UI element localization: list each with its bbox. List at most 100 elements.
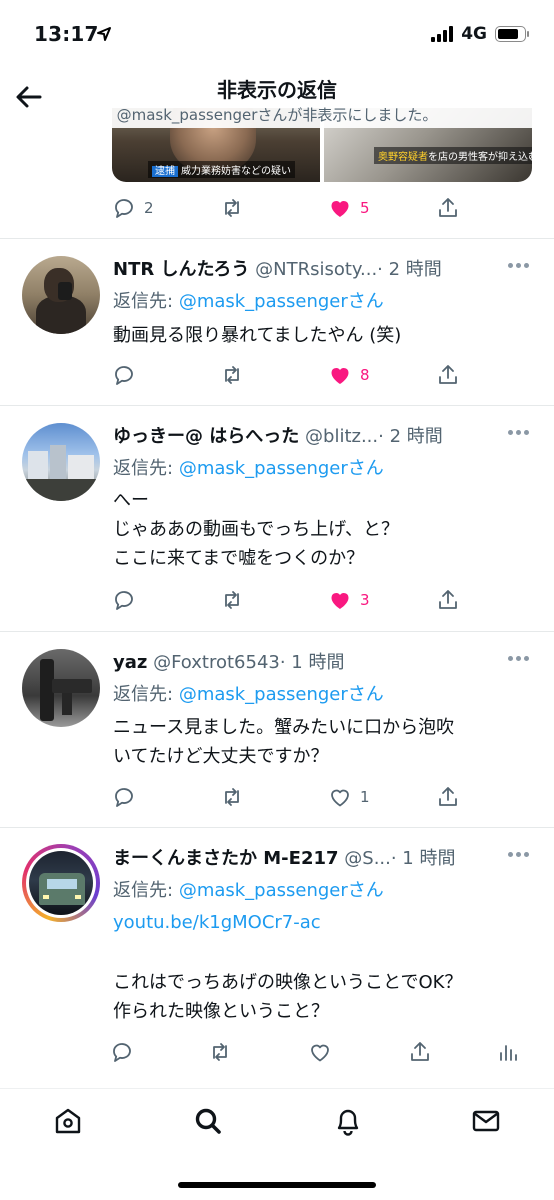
heart-outline-icon — [331, 789, 349, 807]
reply-count: 2 — [144, 199, 154, 217]
more-options-icon[interactable] — [508, 263, 530, 269]
page-title: 非表示の返信 — [217, 78, 337, 102]
media-caption-2: 奥野容疑者を店の男性客が抑え込む — [374, 147, 532, 164]
reply-tweet[interactable]: NTR しんたろう @NTRsisoty...· 2 時間 返信先: @mask… — [0, 239, 554, 406]
share-icon — [439, 198, 457, 217]
tweet-actions — [110, 1038, 530, 1066]
notifications-icon[interactable] — [332, 1105, 364, 1137]
tweet-header: yaz @Foxtrot6543· 1 時間 — [113, 648, 494, 674]
share-button[interactable] — [436, 783, 460, 811]
analytics-button[interactable] — [496, 1038, 520, 1066]
reply-to-line: 返信先: @mask_passengerさん — [113, 880, 384, 901]
home-indicator[interactable] — [178, 1182, 376, 1188]
reply-button[interactable] — [112, 586, 136, 614]
reply-mention-link[interactable]: @mask_passenger — [179, 880, 348, 901]
messages-icon[interactable] — [470, 1105, 502, 1137]
media-caption-1: 逮捕 威力業務妨害などの疑い — [148, 161, 295, 178]
user-handle: @NTRsisoty... — [255, 259, 378, 280]
tweet-time: · 1 時間 — [390, 848, 456, 869]
tweet-text: ニュース見ました。蟹みたいに口から泡吹 いてたけど大丈夫ですか？ — [113, 717, 455, 767]
search-icon[interactable] — [192, 1105, 224, 1137]
more-options-icon[interactable] — [508, 656, 530, 662]
more-options-icon[interactable] — [508, 852, 530, 858]
like-button[interactable]: 5 — [328, 194, 370, 222]
retweet-button[interactable] — [208, 1038, 232, 1066]
display-name[interactable]: まーくんまさたか M-E217 — [113, 848, 339, 869]
retweet-icon — [225, 366, 239, 384]
share-icon — [439, 365, 457, 384]
share-button[interactable] — [436, 194, 460, 222]
network-type: 4G — [461, 24, 487, 44]
avatar[interactable] — [22, 649, 100, 727]
display-name[interactable]: yaz — [113, 652, 147, 673]
reply-to-line: 返信先: @mask_passengerさん — [113, 291, 384, 312]
reply-button[interactable] — [112, 361, 136, 389]
tweet-header: ゆっきー@ はらへった @blitz...· 2 時間 — [113, 422, 494, 448]
retweet-button[interactable] — [220, 361, 244, 389]
reply-icon — [115, 788, 133, 807]
avatar[interactable] — [22, 844, 100, 922]
tweet-actions: 1 — [112, 783, 472, 811]
share-icon — [411, 1042, 429, 1061]
page-subtitle: @mask_passengerさんが非表示にしました。 — [116, 106, 438, 124]
analytics-icon — [500, 1045, 517, 1061]
heart-filled-icon — [331, 368, 349, 384]
heart-outline-icon — [311, 1044, 329, 1062]
retweet-icon — [225, 788, 239, 806]
retweet-icon — [225, 591, 239, 609]
like-count: 5 — [360, 199, 370, 217]
reply-tweet[interactable]: ゆっきー@ はらへった @blitz...· 2 時間 返信先: @mask_p… — [0, 406, 554, 631]
avatar[interactable] — [22, 423, 100, 501]
reply-button[interactable] — [112, 783, 136, 811]
more-options-icon[interactable] — [508, 430, 530, 436]
reply-icon — [115, 591, 133, 610]
reply-to-line: 返信先: @mask_passengerさん — [113, 684, 384, 705]
tweet-text: これはでっちあげの映像ということでOK？ 作られた映像ということ？ — [113, 972, 463, 1022]
share-button[interactable] — [436, 361, 460, 389]
reply-to-line: 返信先: @mask_passengerさん — [113, 458, 384, 479]
reply-mention-link[interactable]: @mask_passenger — [179, 684, 348, 705]
retweet-icon — [225, 199, 239, 217]
reply-mention-link[interactable]: @mask_passenger — [179, 291, 348, 312]
like-button[interactable] — [308, 1038, 332, 1066]
tweet-text: へー じゃああの動画もでっち上げ、と？ ここに来てまで嘘をつくのか？ — [113, 490, 400, 569]
tweet-actions: 3 — [112, 586, 472, 614]
like-button[interactable]: 1 — [328, 783, 370, 811]
display-name[interactable]: NTR しんたろう — [113, 259, 249, 280]
reply-icon — [115, 366, 133, 385]
reply-mention-link[interactable]: @mask_passenger — [179, 458, 348, 479]
tweet-text: 動画見る限り暴れてましたやん (笑) — [113, 325, 402, 346]
share-icon — [439, 787, 457, 806]
user-handle: @Foxtrot6543 — [153, 652, 280, 673]
share-button[interactable] — [408, 1038, 432, 1066]
tweet-time: · 1 時間 — [279, 652, 345, 673]
status-bar: 13:17 4G — [0, 0, 554, 70]
tweet-time: · 2 時間 — [378, 426, 443, 447]
share-icon — [439, 590, 457, 609]
heart-filled-icon — [331, 593, 349, 609]
tweet-url-link[interactable]: youtu.be/k1gMOCr7-ac — [113, 912, 321, 933]
user-handle: @blitz... — [305, 426, 379, 447]
tweet-header: NTR しんたろう @NTRsisoty...· 2 時間 — [113, 255, 494, 281]
tweet-actions: 8 — [112, 361, 472, 389]
share-button[interactable] — [436, 586, 460, 614]
reply-button[interactable] — [110, 1038, 134, 1066]
reply-icon — [113, 1043, 131, 1062]
tweet-time: · 2 時間 — [377, 259, 442, 280]
home-icon[interactable] — [52, 1105, 84, 1137]
retweet-button[interactable] — [220, 194, 244, 222]
avatar[interactable] — [22, 256, 100, 334]
like-button[interactable]: 8 — [328, 361, 370, 389]
reply-button[interactable]: 2 — [112, 194, 154, 222]
user-handle: @S... — [344, 848, 391, 869]
like-button[interactable]: 3 — [328, 586, 370, 614]
reply-tweet[interactable]: yaz @Foxtrot6543· 1 時間 返信先: @mask_passen… — [0, 632, 554, 828]
status-time: 13:17 — [34, 22, 99, 46]
page-header: 非表示の返信 @mask_passengerさんが非表示にしました。 — [0, 70, 554, 128]
battery-icon — [495, 26, 529, 42]
retweet-button[interactable] — [220, 586, 244, 614]
reply-tweet[interactable]: まーくんまさたか M-E217 @S...· 1 時間 返信先: @mask_p… — [0, 828, 554, 1068]
display-name[interactable]: ゆっきー@ はらへった — [113, 426, 299, 447]
tweet-header: まーくんまさたか M-E217 @S...· 1 時間 — [113, 844, 494, 870]
retweet-button[interactable] — [220, 783, 244, 811]
